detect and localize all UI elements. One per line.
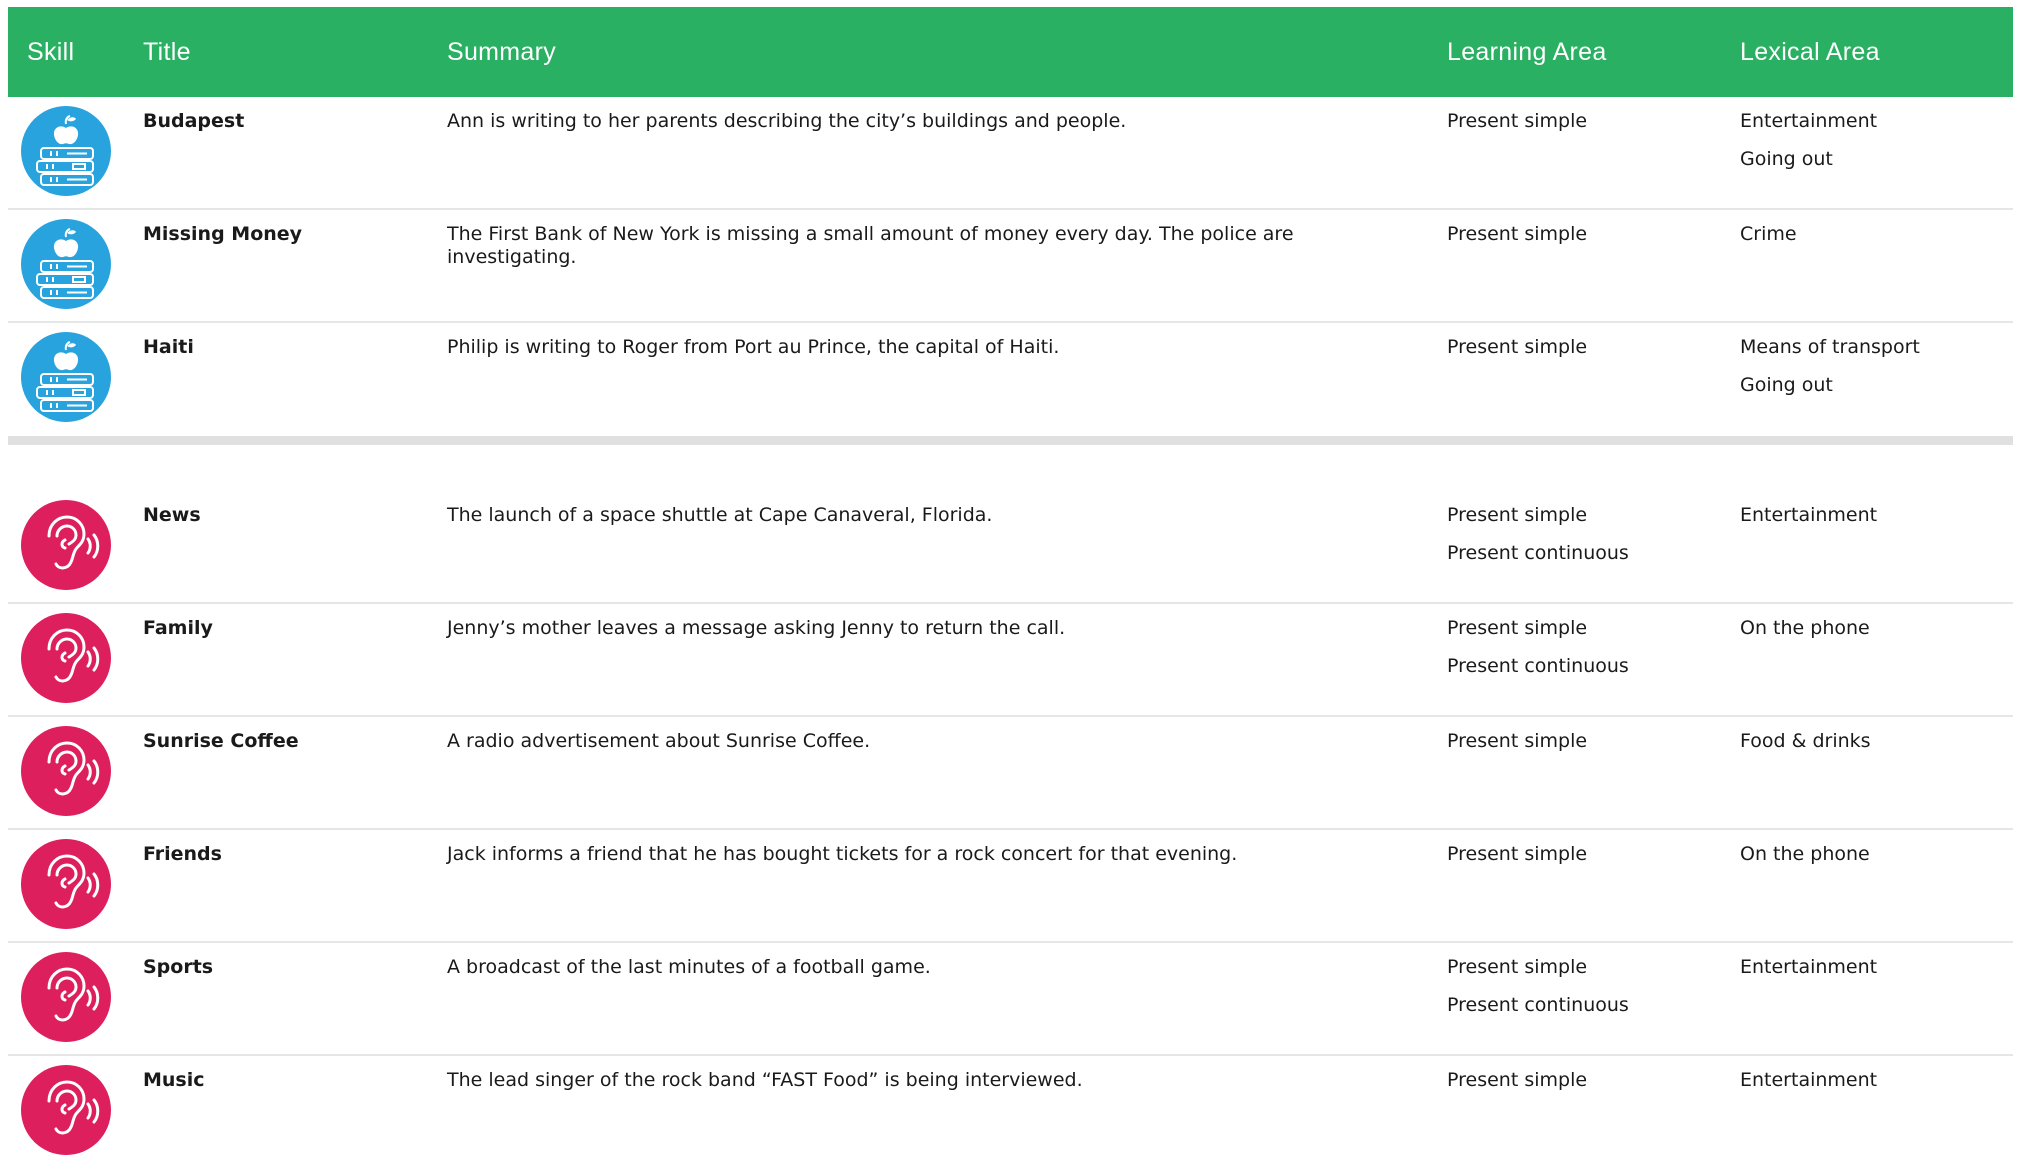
row-learning-area: Present simple — [1447, 110, 1587, 186]
row-title: Missing Money — [143, 223, 303, 245]
learning-item — [1447, 881, 1587, 919]
lexical-item — [1740, 994, 1877, 1032]
lexical-item: Going out — [1740, 374, 1833, 396]
learning-item: Present simple — [1447, 336, 1588, 358]
row-title: Friends — [143, 843, 222, 865]
table-row[interactable]: Music The lead singer of the rock band “… — [8, 1056, 2013, 1169]
lexical-item: Entertainment — [1740, 956, 1878, 978]
lexical-item — [1740, 655, 1870, 693]
row-lexical-area: On the phone — [1740, 617, 1870, 693]
row-title: Haiti — [143, 336, 194, 358]
lexical-item — [1740, 881, 1870, 919]
row-title: Music — [143, 1069, 205, 1091]
row-summary: A broadcast of the last minutes of a foo… — [447, 956, 931, 978]
books-apple-icon — [21, 219, 111, 309]
row-summary: Philip is writing to Roger from Port au … — [447, 336, 1060, 358]
table-row[interactable]: Haiti Philip is writing to Roger from Po… — [8, 323, 2013, 436]
learning-item: Present simple — [1447, 843, 1588, 865]
row-lexical-area: Entertainment Going out — [1740, 110, 1877, 186]
lexical-item: On the phone — [1740, 617, 1870, 639]
row-title: Sunrise Coffee — [143, 730, 299, 752]
learning-item: Present simple — [1447, 956, 1588, 978]
lexical-item — [1740, 542, 1877, 580]
header-summary: Summary — [447, 38, 557, 66]
table-row[interactable]: News The launch of a space shuttle at Ca… — [8, 491, 2013, 604]
lexical-item — [1740, 261, 1797, 299]
row-learning-area: Present simple — [1447, 843, 1587, 919]
table-header: Skill Title Summary Learning Area Lexica… — [8, 7, 2013, 97]
row-title: Family — [143, 617, 213, 639]
table-row[interactable]: Missing Money The First Bank of New York… — [8, 210, 2013, 323]
learning-item — [1447, 261, 1587, 299]
lexical-item: On the phone — [1740, 843, 1870, 865]
learning-item: Present continuous — [1447, 542, 1629, 564]
row-lexical-area: Entertainment — [1740, 1069, 1877, 1145]
learning-item: Present simple — [1447, 110, 1588, 132]
row-summary: Ann is writing to her parents describing… — [447, 110, 1127, 132]
table-row[interactable]: Sunrise Coffee A radio advertisement abo… — [8, 717, 2013, 830]
section-divider — [8, 436, 2013, 445]
row-learning-area: Present simple — [1447, 336, 1587, 412]
row-lexical-area: Crime — [1740, 223, 1797, 299]
row-lexical-area: Means of transport Going out — [1740, 336, 1920, 412]
row-summary: The lead singer of the rock band “FAST F… — [447, 1069, 1083, 1091]
row-learning-area: Present simple — [1447, 223, 1587, 299]
learning-item: Present simple — [1447, 223, 1588, 245]
learning-item — [1447, 148, 1587, 186]
row-summary: Jack informs a friend that he has bought… — [447, 843, 1238, 865]
lexical-item — [1740, 768, 1871, 806]
row-title: Budapest — [143, 110, 245, 132]
row-title: News — [143, 504, 201, 526]
table-row[interactable]: Budapest Ann is writing to her parents d… — [8, 97, 2013, 210]
row-lexical-area: Food & drinks — [1740, 730, 1871, 806]
row-summary: Jenny’s mother leaves a message asking J… — [447, 617, 1066, 639]
ear-listening-icon — [21, 1065, 111, 1155]
row-learning-area: Present simple Present continuous — [1447, 504, 1629, 580]
header-learning-area: Learning Area — [1447, 38, 1607, 66]
lexical-item: Entertainment — [1740, 504, 1878, 526]
learning-item — [1447, 768, 1587, 806]
learning-item: Present simple — [1447, 504, 1588, 526]
header-lexical-area: Lexical Area — [1740, 38, 1880, 66]
books-apple-icon — [21, 106, 111, 196]
row-learning-area: Present simple — [1447, 730, 1587, 806]
learning-item: Present continuous — [1447, 994, 1629, 1016]
table-row[interactable]: Sports A broadcast of the last minutes o… — [8, 943, 2013, 1056]
row-lexical-area: Entertainment — [1740, 956, 1877, 1032]
learning-item — [1447, 374, 1587, 412]
row-learning-area: Present simple Present continuous — [1447, 956, 1629, 1032]
header-title: Title — [143, 38, 191, 66]
row-summary: The First Bank of New York is missing a … — [447, 223, 1294, 268]
lessons-table: Skill Title Summary Learning Area Lexica… — [8, 7, 2013, 1169]
learning-item: Present simple — [1447, 1069, 1588, 1091]
learning-item: Present simple — [1447, 617, 1588, 639]
row-summary: A radio advertisement about Sunrise Coff… — [447, 730, 871, 752]
row-learning-area: Present simple — [1447, 1069, 1587, 1145]
row-learning-area: Present simple Present continuous — [1447, 617, 1629, 693]
ear-listening-icon — [21, 726, 111, 816]
ear-listening-icon — [21, 613, 111, 703]
learning-item: Present continuous — [1447, 655, 1629, 677]
lexical-item: Means of transport — [1740, 336, 1920, 358]
ear-listening-icon — [21, 500, 111, 590]
row-title: Sports — [143, 956, 214, 978]
lexical-item: Going out — [1740, 148, 1833, 170]
lexical-item — [1740, 1107, 1877, 1145]
learning-item: Present simple — [1447, 730, 1588, 752]
table-row[interactable]: Family Jenny’s mother leaves a message a… — [8, 604, 2013, 717]
row-lexical-area: On the phone — [1740, 843, 1870, 919]
row-lexical-area: Entertainment — [1740, 504, 1877, 580]
lexical-item: Entertainment — [1740, 110, 1878, 132]
header-skill: Skill — [27, 38, 75, 66]
ear-listening-icon — [21, 952, 111, 1042]
learning-item — [1447, 1107, 1587, 1145]
lexical-item: Crime — [1740, 223, 1797, 245]
table-row[interactable]: Friends Jack informs a friend that he ha… — [8, 830, 2013, 943]
lexical-item: Food & drinks — [1740, 730, 1871, 752]
books-apple-icon — [21, 332, 111, 422]
ear-listening-icon — [21, 839, 111, 929]
row-summary: The launch of a space shuttle at Cape Ca… — [447, 504, 993, 526]
lexical-item: Entertainment — [1740, 1069, 1878, 1091]
